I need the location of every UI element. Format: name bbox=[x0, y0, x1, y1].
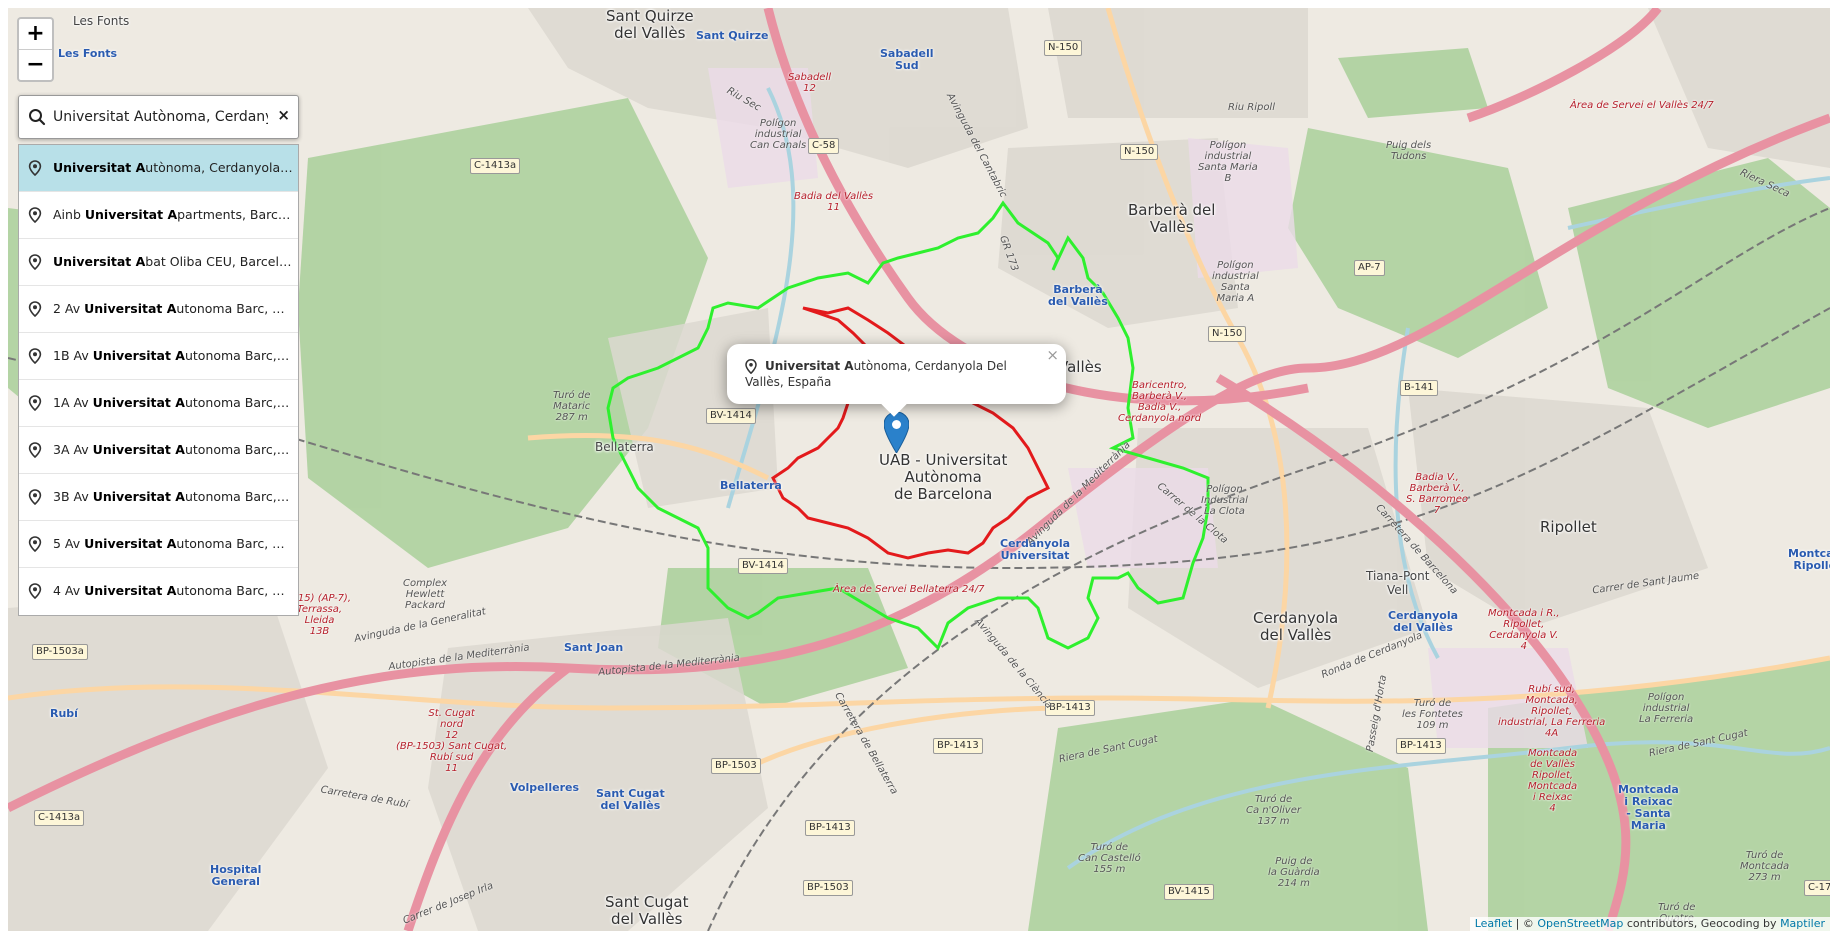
search-result-text: 1A Av Universitat Autonoma Barc, Cerdany… bbox=[53, 380, 293, 426]
clear-search-button[interactable]: × bbox=[277, 106, 290, 124]
search-box: Universitat Autònoma, Cerdanyola × bbox=[18, 95, 299, 139]
search-result-text: Universitat Abat Oliba CEU, Barcelona, E… bbox=[53, 239, 293, 285]
result-rest: partments, Barcelona, España bbox=[177, 207, 293, 222]
popup-address-match: Universitat A bbox=[765, 359, 854, 373]
osm-link[interactable]: OpenStreetMap bbox=[1537, 917, 1623, 930]
result-rest: utonoma Barc, Cerdanyola Del Vallès bbox=[176, 301, 293, 316]
search-result-item[interactable]: 4 Av Universitat Autonoma Barc, Cerdanyo… bbox=[19, 568, 298, 615]
location-marker-icon[interactable] bbox=[884, 412, 909, 453]
leaflet-link[interactable]: Leaflet bbox=[1475, 917, 1512, 930]
map-pin-icon bbox=[28, 207, 42, 223]
attribution-text: contributors, Geocoding by bbox=[1623, 917, 1781, 930]
search-result-text: 1B Av Universitat Autonoma Barc, Cerdany… bbox=[53, 333, 293, 379]
map-pin-icon bbox=[28, 254, 42, 270]
result-match: Universitat A bbox=[92, 442, 185, 457]
result-match: Universitat A bbox=[92, 395, 185, 410]
result-prefix: 3A Av bbox=[53, 442, 93, 457]
search-result-item[interactable]: Universitat Abat Oliba CEU, Barcelona, E… bbox=[19, 239, 298, 286]
result-rest: utonoma Barc, Cerdanyola Del Vallès bbox=[176, 583, 293, 598]
map-pin-icon bbox=[28, 442, 42, 458]
result-rest: utònoma, Cerdanyola Del Vallès, España bbox=[145, 160, 293, 175]
result-match: Universitat A bbox=[92, 348, 185, 363]
result-match: Universitat A bbox=[84, 207, 178, 222]
search-input[interactable]: Universitat Autònoma, Cerdanyola bbox=[53, 96, 268, 138]
search-result-item[interactable]: Universitat Autònoma, Cerdanyola Del Val… bbox=[19, 145, 298, 192]
map-pin-icon bbox=[28, 489, 42, 505]
result-match: Universitat A bbox=[84, 536, 177, 551]
result-match: Universitat A bbox=[53, 254, 146, 269]
geocoder-link[interactable]: Maptiler bbox=[1780, 917, 1825, 930]
zoom-in-button[interactable]: + bbox=[19, 19, 52, 49]
search-result-item[interactable]: Ainb Universitat Apartments, Barcelona, … bbox=[19, 192, 298, 239]
result-match: Universitat A bbox=[92, 489, 185, 504]
search-results-list: Universitat Autònoma, Cerdanyola Del Val… bbox=[18, 144, 299, 616]
zoom-out-button[interactable]: − bbox=[19, 49, 52, 80]
map-pin-icon bbox=[28, 160, 42, 176]
location-popup: × Universitat Autònoma, Cerdanyola Del V… bbox=[727, 344, 1066, 417]
result-rest: utonoma Barc, Cerdanyola Del Vallès bbox=[184, 348, 293, 363]
search-result-item[interactable]: 1A Av Universitat Autonoma Barc, Cerdany… bbox=[19, 380, 298, 427]
attribution-separator: | © bbox=[1512, 917, 1538, 930]
search-result-item[interactable]: 2 Av Universitat Autonoma Barc, Cerdanyo… bbox=[19, 286, 298, 333]
search-result-item[interactable]: 1B Av Universitat Autonoma Barc, Cerdany… bbox=[19, 333, 298, 380]
popup-address: Universitat Autònoma, Cerdanyola Del Val… bbox=[745, 358, 1045, 390]
search-result-item[interactable]: 5 Av Universitat Autonoma Barc, Cerdanyo… bbox=[19, 521, 298, 568]
search-result-text: 4 Av Universitat Autonoma Barc, Cerdanyo… bbox=[53, 568, 293, 614]
result-match: Universitat A bbox=[84, 583, 177, 598]
result-rest: bat Oliba CEU, Barcelona, España bbox=[145, 254, 293, 269]
map-pin-icon bbox=[28, 536, 42, 552]
result-rest: utonoma Barc, Cerdanyola Del Vallès bbox=[184, 442, 293, 457]
result-prefix: 5 Av bbox=[53, 536, 85, 551]
search-result-text: 5 Av Universitat Autonoma Barc, Cerdanyo… bbox=[53, 521, 293, 567]
result-prefix: Ainb bbox=[53, 207, 85, 222]
popup-close-button[interactable]: × bbox=[1046, 346, 1059, 364]
search-result-item[interactable]: 3B Av Universitat Autonoma Barc, Cerdany… bbox=[19, 474, 298, 521]
result-match: Universitat A bbox=[84, 301, 177, 316]
search-result-text: 3B Av Universitat Autonoma Barc, Cerdany… bbox=[53, 474, 293, 520]
map-pin-icon bbox=[28, 583, 42, 599]
search-result-text: Universitat Autònoma, Cerdanyola Del Val… bbox=[53, 145, 293, 191]
result-rest: utonoma Barc, Cerdanyola Del Vallès bbox=[176, 536, 293, 551]
result-rest: utonoma Barc, Cerdanyola Del Vallès bbox=[184, 395, 293, 410]
result-rest: utonoma Barc, Cerdanyola Del Vallès bbox=[184, 489, 293, 504]
result-prefix: 4 Av bbox=[53, 583, 85, 598]
search-icon bbox=[29, 109, 46, 126]
result-match: Universitat A bbox=[53, 160, 146, 175]
search-result-item[interactable]: 3A Av Universitat Autonoma Barc, Cerdany… bbox=[19, 427, 298, 474]
map-pin-icon bbox=[28, 348, 42, 364]
map-pin-icon bbox=[28, 395, 42, 411]
result-prefix: 3B Av bbox=[53, 489, 93, 504]
result-prefix: 2 Av bbox=[53, 301, 85, 316]
result-prefix: 1B Av bbox=[53, 348, 93, 363]
search-result-text: 3A Av Universitat Autonoma Barc, Cerdany… bbox=[53, 427, 293, 473]
zoom-control: + − bbox=[17, 17, 54, 82]
map-pin-icon bbox=[28, 301, 42, 317]
search-result-text: 2 Av Universitat Autonoma Barc, Cerdanyo… bbox=[53, 286, 293, 332]
map-attribution: Leaflet | © OpenStreetMap contributors, … bbox=[1469, 917, 1830, 931]
result-prefix: 1A Av bbox=[53, 395, 93, 410]
search-result-text: Ainb Universitat Apartments, Barcelona, … bbox=[53, 192, 293, 238]
